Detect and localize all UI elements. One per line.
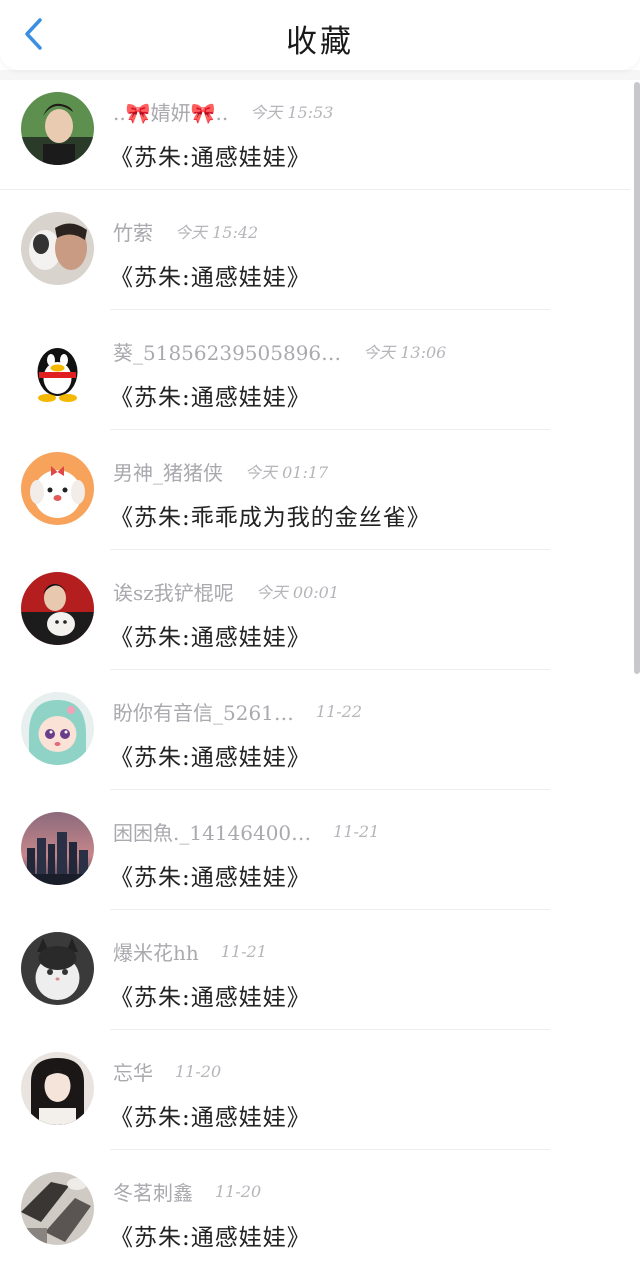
message-text: 《苏朱:通感娃娃》 [110, 745, 311, 771]
list-item[interactable]: 爆米花hh 11-21 《苏朱:通感娃娃》 [0, 910, 630, 1030]
list-item[interactable]: 诶sz我铲棍呢 今天 00:01 《苏朱:通感娃娃》 [0, 550, 630, 670]
timestamp: 11-21 [220, 941, 267, 961]
list-item[interactable]: 葵_51856239505896… 今天 13:06 《苏朱:通感娃娃》 [0, 310, 630, 430]
timestamp: 11-22 [315, 701, 363, 721]
list-item[interactable]: 冬茗刺鑫 11-20 《苏朱:通感娃娃》 [0, 1150, 630, 1270]
sender-name: 爆米花hh [113, 940, 199, 965]
sender-name: 葵_51856239505896… [113, 340, 342, 365]
scrollbar-thumb[interactable] [634, 82, 640, 674]
message-text: 《苏朱:通感娃娃》 [110, 625, 311, 651]
timestamp: 11-21 [333, 821, 380, 841]
message-text: 《苏朱:通感娃娃》 [110, 145, 311, 171]
message-text: 《苏朱:通感娃娃》 [110, 985, 311, 1011]
message-text: 《苏朱:乖乖成为我的金丝雀》 [110, 505, 431, 531]
avatar[interactable] [21, 332, 94, 405]
item-meta: ..🎀婧妍🎀.. 今天 15:53 [113, 96, 333, 126]
favorites-list[interactable]: ..🎀婧妍🎀.. 今天 15:53 《苏朱:通感娃娃》 竹萦 今天 15:42 … [0, 70, 640, 1263]
item-meta: 盼你有音信_5261… 11-22 [113, 696, 362, 726]
message-text: 《苏朱:通感娃娃》 [110, 1225, 311, 1251]
item-meta: 男神_猪猪侠 今天 01:17 [113, 456, 328, 486]
message-text: 《苏朱:通感娃娃》 [110, 265, 311, 291]
list-item[interactable]: 竹萦 今天 15:42 《苏朱:通感娃娃》 [0, 190, 630, 310]
message-text: 《苏朱:通感娃娃》 [110, 385, 311, 411]
avatar[interactable] [21, 1052, 94, 1125]
avatar[interactable] [21, 452, 94, 525]
list-item[interactable]: ..🎀婧妍🎀.. 今天 15:53 《苏朱:通感娃娃》 [0, 70, 630, 190]
top-bar: 收藏 [0, 0, 640, 70]
timestamp: 11-20 [215, 1181, 262, 1201]
avatar[interactable] [21, 932, 94, 1005]
sender-name: ..🎀婧妍🎀.. [113, 100, 229, 125]
message-text: 《苏朱:通感娃娃》 [110, 1105, 311, 1131]
list-item[interactable]: 盼你有音信_5261… 11-22 《苏朱:通感娃娃》 [0, 670, 630, 790]
item-meta: 忘华 11-20 [113, 1056, 221, 1086]
scrollbar[interactable] [632, 70, 640, 1263]
timestamp: 今天 15:42 [175, 223, 259, 242]
avatar[interactable] [21, 692, 94, 765]
item-meta: 竹萦 今天 15:42 [113, 216, 258, 246]
timestamp: 今天 01:17 [245, 463, 329, 482]
item-meta: 冬茗刺鑫 11-20 [113, 1176, 261, 1206]
timestamp: 今天 00:01 [255, 583, 340, 602]
sender-name: 忘华 [113, 1060, 153, 1085]
item-meta: 爆米花hh 11-21 [113, 936, 267, 966]
avatar[interactable] [21, 212, 94, 285]
avatar[interactable] [21, 92, 94, 165]
item-meta: 困困魚._14146400… 11-21 [113, 816, 379, 846]
avatar[interactable] [21, 1172, 94, 1245]
sender-name: 冬茗刺鑫 [113, 1180, 193, 1205]
item-meta: 葵_51856239505896… 今天 13:06 [113, 336, 446, 366]
sender-name: 男神_猪猪侠 [113, 460, 223, 485]
timestamp: 今天 13:06 [363, 343, 447, 362]
message-text: 《苏朱:通感娃娃》 [110, 865, 311, 891]
timestamp: 11-20 [175, 1061, 222, 1081]
list-item[interactable]: 忘华 11-20 《苏朱:通感娃娃》 [0, 1030, 630, 1150]
sender-name: 困困魚._14146400… [113, 820, 312, 845]
sender-name: 竹萦 [113, 220, 153, 245]
sender-name: 诶sz我铲棍呢 [113, 580, 234, 605]
list-item[interactable]: 困困魚._14146400… 11-21 《苏朱:通感娃娃》 [0, 790, 630, 910]
page-title: 收藏 [286, 24, 354, 60]
sender-name: 盼你有音信_5261… [113, 700, 294, 725]
list-item[interactable]: 男神_猪猪侠 今天 01:17 《苏朱:乖乖成为我的金丝雀》 [0, 430, 630, 550]
item-meta: 诶sz我铲棍呢 今天 00:01 [113, 576, 339, 606]
timestamp: 今天 15:53 [250, 103, 334, 122]
avatar[interactable] [21, 812, 94, 885]
avatar[interactable] [21, 572, 94, 645]
